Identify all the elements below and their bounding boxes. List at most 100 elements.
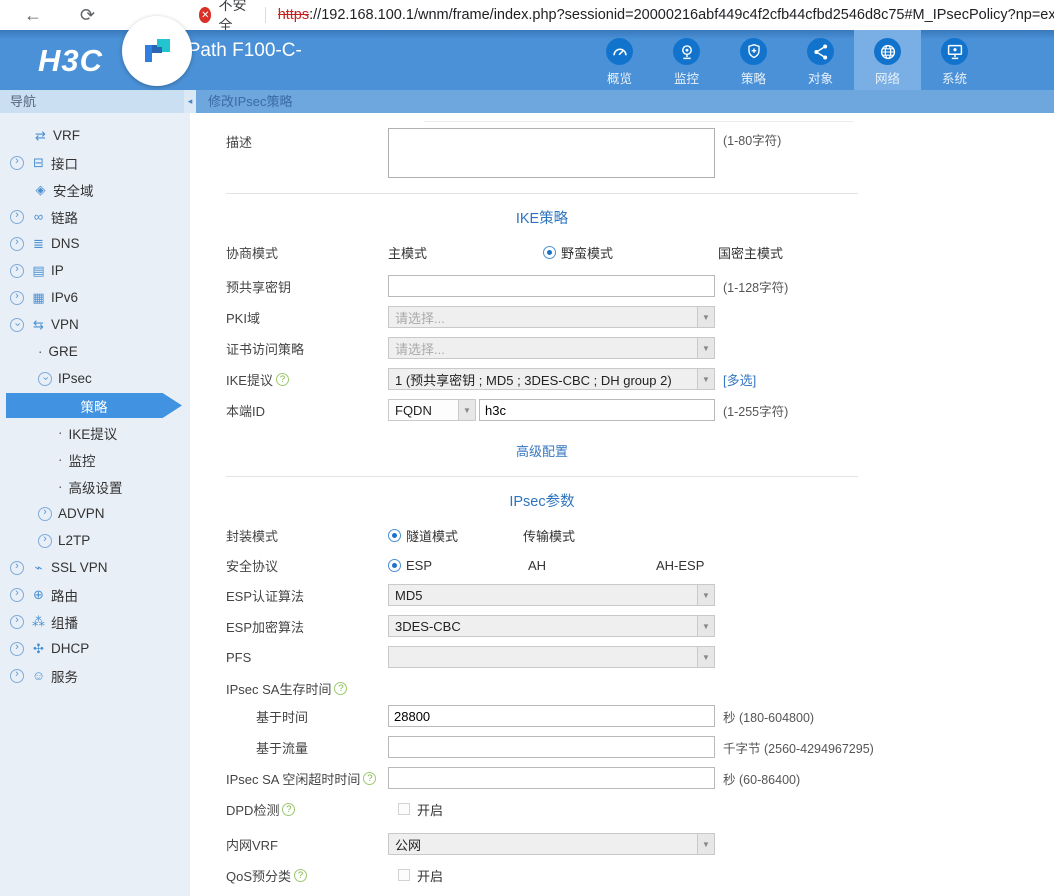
cert-policy-select[interactable]: 请选择... ▼ bbox=[388, 337, 715, 359]
primary-tab-network[interactable]: 网络 bbox=[854, 30, 921, 90]
expand-icon[interactable]: › bbox=[10, 237, 24, 251]
primary-tab-monitor[interactable]: 监控 bbox=[653, 30, 720, 90]
radio-main-mode[interactable]: 主模式 bbox=[388, 243, 543, 262]
dpd-label: DPD检测 ? bbox=[226, 800, 388, 819]
sidebar-item-GRE[interactable]: ·GRE bbox=[0, 338, 190, 365]
primary-tab-objects[interactable]: 对象 bbox=[787, 30, 854, 90]
psk-input[interactable] bbox=[388, 275, 715, 297]
sidebar-item-VRF[interactable]: ⇄VRF bbox=[0, 122, 190, 149]
bullet-icon: · bbox=[58, 479, 63, 494]
browser-back-icon[interactable]: ← bbox=[16, 6, 50, 24]
vpn-icon: ⇆ bbox=[30, 317, 47, 333]
expand-icon[interactable]: › bbox=[10, 615, 24, 629]
sidebar-item-监控[interactable]: ·监控 bbox=[0, 446, 190, 473]
sidebar-item-SSL VPN[interactable]: ›⌁SSL VPN bbox=[0, 554, 190, 581]
local-id-input[interactable] bbox=[479, 399, 715, 421]
sidebar-item-安全域[interactable]: ◈安全域 bbox=[0, 176, 190, 203]
main-content: 描述 (1-80字符) IKE策略 协商模式 主模式 野蛮模式 国密主模式 bbox=[190, 113, 1054, 896]
address-bar[interactable]: https://192.168.100.1/wnm/frame/index.ph… bbox=[278, 7, 1054, 23]
pki-domain-select[interactable]: 请选择... ▼ bbox=[388, 306, 715, 328]
browser-reload-icon[interactable]: ⟳ bbox=[72, 6, 103, 24]
network-icon bbox=[874, 38, 901, 65]
radio-aggressive-mode[interactable]: 野蛮模式 bbox=[543, 243, 718, 262]
multi-select-link[interactable]: [多选] bbox=[723, 370, 756, 389]
sidebar-item-VPN[interactable]: ›⇆VPN bbox=[0, 311, 190, 338]
sidebar-item-高级设置[interactable]: ·高级设置 bbox=[0, 473, 190, 500]
help-icon[interactable]: ? bbox=[294, 869, 307, 882]
help-icon[interactable]: ? bbox=[363, 772, 376, 785]
expand-icon[interactable]: › bbox=[10, 669, 24, 683]
sidebar-item-IPv6[interactable]: ›▦IPv6 bbox=[0, 284, 190, 311]
expand-icon[interactable]: › bbox=[10, 291, 24, 305]
ike-proposal-select[interactable]: 1 (预共享密钥 ; MD5 ; 3DES-CBC ; DH group 2) … bbox=[388, 368, 715, 390]
primary-tab-system[interactable]: 系统 bbox=[921, 30, 988, 90]
inner-vrf-label: 内网VRF bbox=[226, 835, 388, 854]
radio-gm-main-mode[interactable]: 国密主模式 bbox=[718, 243, 783, 262]
primary-tab-policy[interactable]: 策略 bbox=[720, 30, 787, 90]
checkbox-icon bbox=[398, 869, 410, 881]
esp-enc-select[interactable]: 3DES-CBC ▼ bbox=[388, 615, 715, 637]
radio-ah[interactable]: AH bbox=[528, 558, 656, 573]
breadcrumb: 修改IPsec策略 bbox=[196, 90, 1054, 113]
qos-enable-checkbox[interactable]: 开启 bbox=[388, 866, 443, 885]
expand-icon[interactable]: › bbox=[10, 561, 24, 575]
help-icon[interactable]: ? bbox=[282, 803, 295, 816]
advanced-config-link[interactable]: 高级配置 bbox=[516, 444, 568, 459]
radio-esp[interactable]: ESP bbox=[388, 558, 528, 573]
sidebar-item-ADVPN[interactable]: ›ADVPN bbox=[0, 500, 190, 527]
inner-vrf-value: 公网 bbox=[389, 835, 697, 854]
expand-icon[interactable]: › bbox=[10, 210, 24, 224]
sidebar-item-label: 监控 bbox=[69, 450, 96, 470]
expand-icon[interactable]: › bbox=[10, 156, 24, 170]
esp-auth-select[interactable]: MD5 ▼ bbox=[388, 584, 715, 606]
help-icon[interactable]: ? bbox=[334, 682, 347, 695]
qos-label-text: QoS预分类 bbox=[226, 866, 291, 885]
primary-tab-overview[interactable]: 概览 bbox=[586, 30, 653, 90]
collapse-icon[interactable]: › bbox=[10, 318, 24, 332]
description-textarea[interactable] bbox=[388, 128, 715, 178]
inner-vrf-select[interactable]: 公网 ▼ bbox=[388, 833, 715, 855]
expand-icon[interactable]: › bbox=[10, 264, 24, 278]
sidebar-item-DNS[interactable]: ›≣DNS bbox=[0, 230, 190, 257]
primary-tab-label: 对象 bbox=[808, 68, 833, 87]
pfs-label: PFS bbox=[226, 650, 388, 665]
local-id-type-select[interactable]: FQDN ▼ bbox=[388, 399, 476, 421]
sidebar-item-label: 组播 bbox=[51, 612, 78, 632]
sidebar-item-路由[interactable]: ›⊕路由 bbox=[0, 581, 190, 608]
sidebar-item-DHCP[interactable]: ›✣DHCP bbox=[0, 635, 190, 662]
psk-label: 预共享密钥 bbox=[226, 277, 388, 296]
security-zone-icon: ◈ bbox=[32, 182, 49, 198]
sidebar-item-IP[interactable]: ›▤IP bbox=[0, 257, 190, 284]
radio-ah-esp[interactable]: AH-ESP bbox=[656, 558, 704, 573]
multicast-icon: ⁂ bbox=[30, 614, 47, 630]
sidebar-item-链路[interactable]: ›∞链路 bbox=[0, 203, 190, 230]
expand-icon[interactable]: › bbox=[38, 507, 52, 521]
route-icon: ⊕ bbox=[30, 587, 47, 603]
chevron-down-icon: ▼ bbox=[697, 647, 714, 667]
dpd-enable-checkbox[interactable]: 开启 bbox=[388, 800, 443, 819]
expand-icon[interactable]: › bbox=[38, 534, 52, 548]
sidebar-collapse-icon[interactable]: ◂ bbox=[184, 90, 196, 113]
expand-icon[interactable]: › bbox=[10, 642, 24, 656]
sidebar-item-服务[interactable]: ›☺服务 bbox=[0, 662, 190, 689]
sidebar-item-L2TP[interactable]: ›L2TP bbox=[0, 527, 190, 554]
sidebar-item-接口[interactable]: ›⊟接口 bbox=[0, 149, 190, 176]
pfs-select[interactable]: ▼ bbox=[388, 646, 715, 668]
sidebar-item-label: IKE提议 bbox=[69, 423, 118, 443]
idle-timeout-input[interactable] bbox=[388, 767, 715, 789]
sidebar-item-组播[interactable]: › ⁂组播 bbox=[0, 608, 190, 635]
help-icon[interactable]: ? bbox=[276, 373, 289, 386]
radio-tunnel-mode[interactable]: 隧道模式 bbox=[388, 526, 523, 545]
radio-selected-icon bbox=[388, 559, 401, 572]
sidebar-item-IKE提议[interactable]: ·IKE提议 bbox=[0, 419, 190, 446]
sidebar-item-策略-selected[interactable]: 策略 bbox=[6, 393, 182, 418]
local-id-label: 本端ID bbox=[226, 401, 388, 420]
collapse-icon[interactable]: › bbox=[38, 372, 52, 386]
chevron-down-icon: ▼ bbox=[697, 585, 714, 605]
time-based-input[interactable] bbox=[388, 705, 715, 727]
ah-esp-label: AH-ESP bbox=[656, 558, 704, 573]
expand-icon[interactable]: › bbox=[10, 588, 24, 602]
radio-transport-mode[interactable]: 传输模式 bbox=[523, 526, 575, 545]
traffic-based-input[interactable] bbox=[388, 736, 715, 758]
sidebar-item-IPsec[interactable]: ›IPsec bbox=[0, 365, 190, 392]
